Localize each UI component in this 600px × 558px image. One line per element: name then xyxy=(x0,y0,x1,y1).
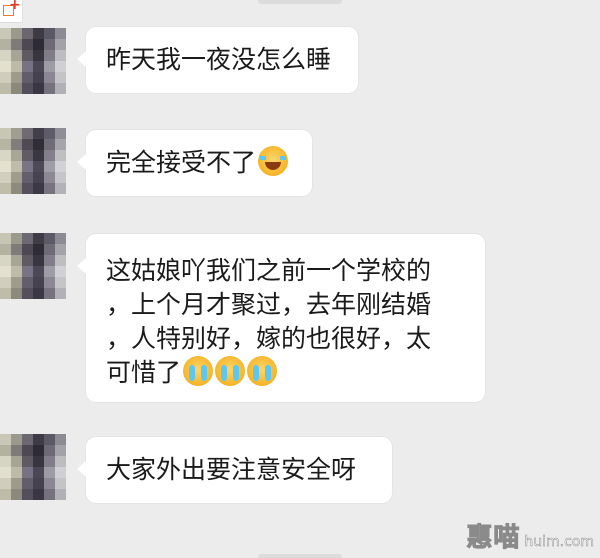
message-text: 完全接受不了 xyxy=(106,148,257,177)
avatar[interactable] xyxy=(0,28,66,94)
crying-emoji-icon xyxy=(183,356,214,386)
avatar[interactable] xyxy=(0,233,66,299)
message-bubble[interactable]: 完全接受不了 xyxy=(77,130,312,196)
crying-emoji-icon xyxy=(215,356,246,386)
avatar[interactable] xyxy=(0,128,66,194)
watermark: 惠喵 huim.com xyxy=(466,517,594,554)
bottom-edge-strip xyxy=(258,554,342,558)
message-text: 大家外出要注意安全呀 xyxy=(106,455,357,484)
avatar[interactable] xyxy=(0,434,66,500)
message-bubble[interactable]: 大家外出要注意安全呀 xyxy=(77,437,392,503)
message-text-line: 这姑娘吖我们之前一个学校的 xyxy=(106,256,432,285)
message-text-line: ，人特别好，嫁的也很好，太 xyxy=(106,324,432,353)
crying-emoji-icon xyxy=(247,356,278,386)
message-bubble[interactable]: 这姑娘吖我们之前一个学校的 ，上个月才聚过，去年刚结婚 ，人特别好，嫁的也很好，… xyxy=(77,234,485,402)
watermark-domain: huim.com xyxy=(524,534,594,551)
laugh-cry-emoji-icon xyxy=(258,146,289,176)
message-text: 昨天我一夜没怎么睡 xyxy=(106,45,332,74)
top-edge-strip xyxy=(258,0,342,4)
message-text-line: ，上个月才聚过，去年刚结婚 xyxy=(106,290,432,319)
add-contact-icon[interactable]: + xyxy=(0,0,23,23)
message-text-line: 可惜了 xyxy=(106,358,182,387)
message-bubble[interactable]: 昨天我一夜没怎么睡 xyxy=(77,27,358,93)
watermark-brand: 惠喵 xyxy=(466,523,521,554)
